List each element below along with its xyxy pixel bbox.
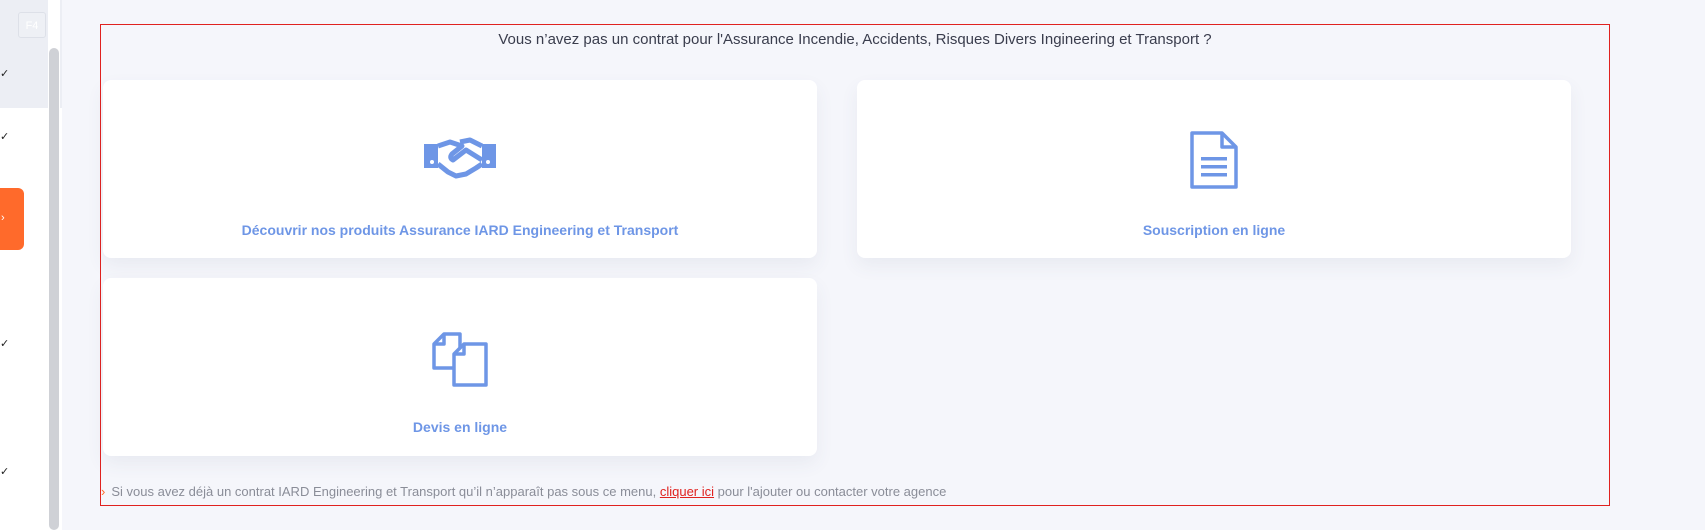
chevron-icon: › [1, 212, 5, 224]
handshake-icon [424, 137, 496, 179]
existing-contract-note: › Si vous avez déjà un contrat IARD Engin… [101, 484, 946, 499]
online-subscription-card[interactable]: Souscription en ligne [857, 80, 1571, 258]
document-icon [1190, 131, 1238, 189]
check-icon: ✓ [0, 131, 10, 143]
discover-products-card[interactable]: Découvrir nos produits Assurance IARD En… [103, 80, 817, 258]
sidebar-active-item[interactable]: › [0, 188, 24, 250]
chevron-right-icon: › [101, 484, 106, 499]
shortcut-key-badge[interactable]: F4 [18, 12, 46, 38]
card-label: Devis en ligne [412, 419, 508, 435]
panel-headline: Vous n’avez pas un contrat pour l'Assura… [498, 31, 1212, 48]
note-text-after: pour l'ajouter ou contacter votre agence [717, 484, 947, 499]
no-contract-panel: Vous n’avez pas un contrat pour l'Assura… [100, 24, 1610, 506]
check-icon: ✓ [0, 338, 10, 350]
copy-documents-icon [432, 332, 488, 387]
note-text-before: Si vous avez déjà un contrat IARD Engine… [111, 484, 657, 499]
check-icon: ✓ [0, 68, 10, 80]
online-quote-card[interactable]: Devis en ligne [103, 278, 817, 456]
sidebar: F4 ✓ ✓ › ✓ ✓ [0, 0, 62, 530]
card-label: Souscription en ligne [1142, 222, 1286, 238]
card-label: Découvrir nos produits Assurance IARD En… [241, 222, 679, 238]
click-here-link[interactable]: cliquer ici [660, 484, 714, 499]
scrollbar-thumb[interactable] [49, 48, 59, 530]
check-icon: ✓ [0, 466, 10, 478]
